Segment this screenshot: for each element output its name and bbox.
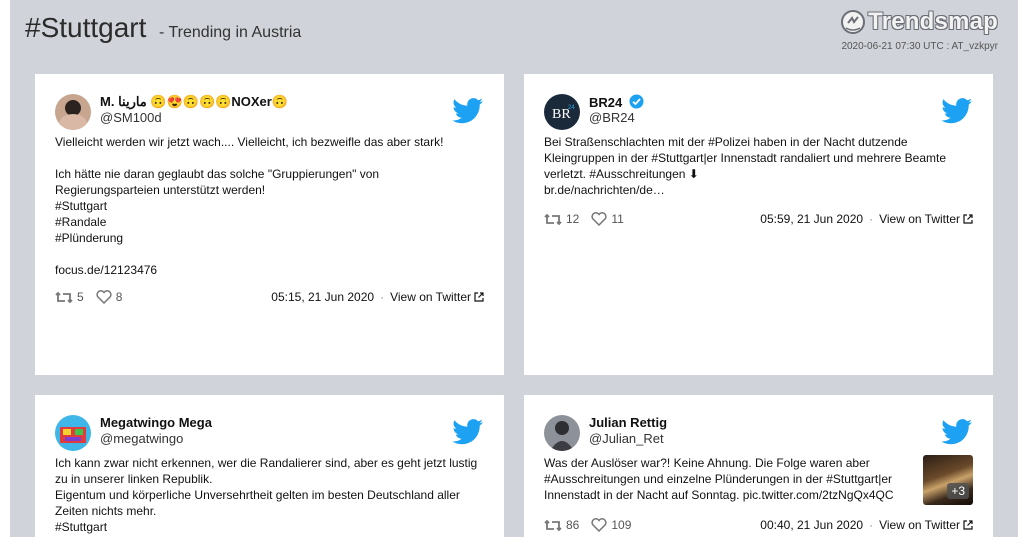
tweet-author-handle[interactable]: @megatwingo [100,431,183,446]
tweet-card: Julian Rettig @Julian_Ret Was der Auslös… [524,395,993,555]
tweet-line: Zeiten nichts mehr. [55,504,157,518]
timestamp-location: 2020-06-21 07:30 UTC : AT_vzkpyr [841,41,998,52]
tweet-line: Ich hätte nie daran geglaubt das solche … [55,167,380,181]
tweet-line: Vielleicht werden wir jetzt wach.... Vie… [55,135,444,149]
external-link-icon[interactable] [474,292,484,302]
trendsmap-logo-text: Trendsmap [868,8,998,35]
trendsmap-logo-icon [841,10,866,34]
heart-icon [96,290,112,304]
tweet-line: Innenstadt in der Nacht auf Sonntag. pic… [544,488,894,502]
twitter-bird-icon[interactable] [941,98,973,124]
hashtag-link[interactable]: #Stuttgart [55,519,485,535]
tweet-stats: 12 11 [544,212,636,226]
retweet-icon [544,519,562,531]
twitter-bird-icon[interactable] [452,419,484,445]
tweet-author-handle[interactable]: @SM100d [100,110,162,125]
page-title: #Stuttgart [25,12,147,43]
hashtag-link[interactable]: #Randale [55,214,485,230]
hashtag-link[interactable]: #Stuttgart [55,198,485,214]
view-on-twitter-link[interactable]: View on Twitter [879,518,960,532]
retweet-stat[interactable]: 12 [544,212,579,226]
separator-dot: · [869,518,874,532]
tweet-card: Megatwingo Mega @megatwingo Ich kann zwa… [35,395,504,555]
author-name-text: BR24 [589,95,623,110]
tweet-line: Was der Auslöser war?! Keine Ahnung. Die… [544,456,870,470]
tweet-meta: 00:40, 21 Jun 2020 · View on Twitter [760,518,973,532]
view-on-twitter-link[interactable]: View on Twitter [390,290,471,304]
avatar[interactable]: BR 24 [544,94,580,130]
separator-dot: · [869,212,874,226]
tweet-line: Bei Straßenschlachten mit der #Polizei h… [544,135,908,149]
like-stat[interactable]: 8 [96,290,123,304]
tweet-line [55,150,485,166]
tweet-line: Kleingruppen in der #Stuttgart|er Innens… [544,151,947,165]
tweet-meta: 05:59, 21 Jun 2020 · View on Twitter [760,212,973,226]
view-on-twitter-link[interactable]: View on Twitter [879,212,960,226]
twitter-bird-icon[interactable] [452,98,484,124]
tweet-line: #Ausschreitungen und einzelne Plünderung… [544,472,893,486]
avatar[interactable] [544,415,580,451]
svg-text:24: 24 [568,105,575,111]
retweet-icon [544,213,562,225]
avatar[interactable] [55,415,91,451]
twitter-bird-icon[interactable] [941,419,973,445]
tweet-line: Regierungsparteien unterstützt werden! [55,183,266,197]
verified-badge-icon [629,94,644,109]
retweet-count: 12 [566,212,580,226]
tweet-url-link[interactable]: focus.de/12123476 [55,262,485,278]
like-count: 109 [611,518,632,532]
like-count: 11 [611,212,624,226]
tweet-line: Eigentum und körperliche Unversehrtheit … [55,488,460,502]
tweet-url-link[interactable]: br.de/nachrichten/de… [544,182,974,198]
tweet-date[interactable]: 00:40, 21 Jun 2020 [760,518,863,532]
page-frame: #Stuttgart - Trending in Austria Trendsm… [10,0,1018,555]
tweet-line [55,246,485,262]
separator-dot: · [380,290,385,304]
heart-icon [591,518,607,532]
external-link-icon[interactable] [963,520,973,530]
tweet-author-handle[interactable]: @Julian_Ret [589,431,664,446]
tweet-author-name[interactable]: BR24 [589,94,644,110]
tweet-line: Ich kann zwar nicht erkennen, wer die Ra… [55,456,478,470]
retweet-icon [55,291,73,303]
retweet-count: 86 [566,518,580,532]
tweet-line: verletzt. #Ausschreitungen ⬇ [544,167,699,181]
retweet-stat[interactable]: 5 [55,290,84,304]
tweet-text: Was der Auslöser war?! Keine Ahnung. Die… [544,455,914,503]
avatar[interactable] [55,94,91,130]
external-link-icon[interactable] [963,214,973,224]
tweet-card: BR 24 BR24 @BR24 Bei Straßenschlachten m… [524,74,993,375]
tweet-date[interactable]: 05:59, 21 Jun 2020 [760,212,863,226]
tweet-author-name[interactable]: Julian Rettig [589,415,667,430]
tweet-text: Ich kann zwar nicht erkennen, wer die Ra… [55,455,485,535]
tweet-author-handle[interactable]: @BR24 [589,110,635,125]
tweet-author-name[interactable]: Megatwingo Mega [100,415,212,430]
like-stat[interactable]: 11 [591,212,624,226]
tweet-card: M. مارينا 🙃😍🙃🙃🙃NOXer🙃 @SM100d Vielleicht… [35,74,504,375]
tweet-text: Bei Straßenschlachten mit der #Polizei h… [544,134,974,198]
media-thumbnail[interactable]: +3 [923,455,973,505]
page-subtitle: - Trending in Austria [159,24,302,41]
hashtag-link[interactable]: #Plünderung [55,230,485,246]
trendsmap-logo[interactable]: Trendsmap [840,6,998,38]
tweet-author-name[interactable]: M. مارينا 🙃😍🙃🙃🙃NOXer🙃 [100,94,288,110]
tweet-date[interactable]: 05:15, 21 Jun 2020 [271,290,374,304]
tweet-stats: 86 109 [544,518,643,532]
heart-icon [591,212,607,226]
like-count: 8 [115,290,123,304]
tweet-text: Vielleicht werden wir jetzt wach.... Vie… [55,134,485,278]
like-stat[interactable]: 109 [591,518,631,532]
tweet-meta: 05:15, 21 Jun 2020 · View on Twitter [271,290,484,304]
tweet-stats: 5 8 [55,290,134,304]
media-count-badge: +3 [947,483,969,499]
retweet-count: 5 [77,290,84,304]
retweet-stat[interactable]: 86 [544,518,579,532]
tweet-line: zu in unserer linken Republik. [55,472,213,486]
